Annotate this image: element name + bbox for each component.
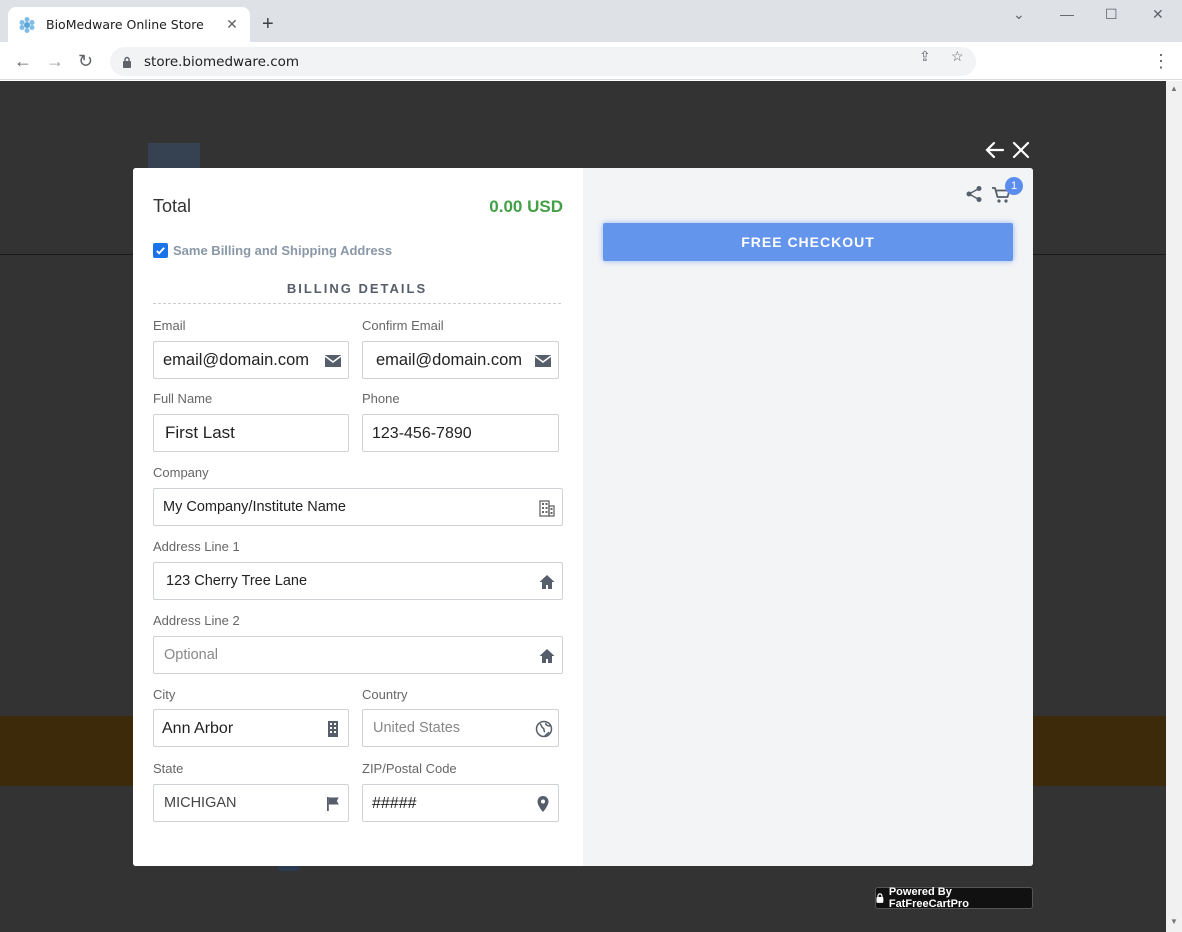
checkmark-icon [156, 247, 165, 255]
address-bar[interactable]: store.biomedware.com [110, 47, 976, 76]
forward-icon[interactable]: → [46, 51, 64, 72]
address1-value: 123 Cherry Tree Lane [166, 573, 308, 589]
country-select[interactable]: United States [362, 709, 559, 747]
modal-close-icon[interactable] [1011, 140, 1031, 160]
country-label: Country [362, 687, 408, 702]
address2-placeholder: Optional [164, 647, 219, 663]
flag-icon [327, 797, 339, 811]
state-value: MICHIGAN [164, 795, 237, 811]
maximize-icon[interactable]: ☐ [1105, 6, 1118, 23]
company-label: Company [153, 465, 209, 480]
new-tab-icon[interactable]: + [262, 13, 274, 36]
confirm-email-label: Confirm Email [362, 318, 444, 333]
email-label: Email [153, 318, 186, 333]
billing-details-title: BILLING DETAILS [286, 281, 428, 296]
bookmark-star-icon[interactable]: ☆ [951, 48, 964, 65]
back-icon[interactable]: ← [14, 51, 32, 72]
lock-icon [876, 893, 884, 903]
globe-icon [535, 720, 553, 738]
city-field[interactable]: Ann Arbor [153, 709, 349, 747]
company-field[interactable]: My Company/Institute Name [153, 488, 563, 526]
browser-menu-icon[interactable]: ⋮ [1152, 51, 1170, 72]
envelope-icon [534, 355, 552, 367]
browser-tabbar: BioMedware Online Store ✕ + ⌄ — ☐ ✕ [0, 0, 1182, 42]
lock-icon [123, 56, 131, 68]
confirm-email-value: email@domain.com [376, 351, 523, 369]
company-value: My Company/Institute Name [163, 499, 346, 515]
same-address-label: Same Billing and Shipping Address [173, 243, 393, 258]
home-icon [539, 649, 555, 663]
email-value: email@domain.com [163, 351, 310, 369]
full-name-label: Full Name [153, 391, 213, 406]
free-checkout-button[interactable]: FREE CHECKOUT [603, 223, 1013, 261]
state-field[interactable]: MICHIGAN [153, 784, 349, 822]
confirm-email-field[interactable]: email@domain.com [362, 341, 559, 379]
powered-by-badge[interactable]: Powered By FatFreeCartPro [875, 886, 1033, 910]
address1-field[interactable]: 123 Cherry Tree Lane [153, 562, 563, 600]
total-label: Total [153, 196, 192, 216]
powered-by-text: Powered By FatFreeCartPro [888, 886, 969, 910]
billing-panel: Total 0.00 USD Same Billing and Shipping… [133, 168, 583, 866]
building-icon [539, 500, 555, 517]
biomedware-favicon-icon [19, 16, 35, 33]
same-address-checkbox[interactable] [153, 243, 168, 258]
zip-field[interactable]: ##### [362, 784, 559, 822]
map-pin-icon [537, 796, 549, 812]
checkout-modal: Total 0.00 USD Same Billing and Shipping… [133, 168, 1033, 866]
country-value: United States [373, 720, 461, 736]
total-value: 0.00 USD [489, 197, 563, 216]
url-text: store.biomedware.com [144, 53, 300, 70]
zip-label: ZIP/Postal Code [362, 761, 457, 776]
cart-count-badge: 1 [1005, 177, 1023, 195]
minimize-icon[interactable]: — [1060, 6, 1074, 22]
full-name-value: First Last [165, 423, 235, 442]
summary-panel: 1 FREE CHECKOUT [583, 168, 1033, 866]
tab-close-icon[interactable]: ✕ [224, 16, 240, 33]
city-label: City [153, 687, 176, 702]
modal-back-icon[interactable] [985, 140, 1005, 160]
address2-field[interactable]: Optional [153, 636, 563, 674]
scroll-up-icon[interactable]: ▲ [1170, 84, 1178, 93]
city-value: Ann Arbor [162, 720, 234, 737]
phone-label: Phone [362, 391, 400, 406]
full-name-field[interactable]: First Last [153, 414, 349, 452]
tab-search-chevron-icon[interactable]: ⌄ [1013, 6, 1025, 23]
reload-icon[interactable]: ↻ [78, 51, 93, 72]
window-close-icon[interactable]: ✕ [1152, 6, 1164, 23]
phone-field[interactable]: 123-456-7890 [362, 414, 559, 452]
scroll-down-icon[interactable]: ▼ [1170, 917, 1178, 926]
address2-label: Address Line 2 [153, 613, 240, 628]
phone-value: 123-456-7890 [372, 425, 472, 442]
section-divider [153, 303, 561, 304]
home-icon [539, 575, 555, 589]
zip-value: ##### [372, 795, 417, 812]
browser-toolbar: ← → ↻ store.biomedware.com ⇪ ☆ ⋮ [0, 42, 1182, 80]
share-page-icon[interactable]: ⇪ [919, 48, 931, 65]
tab-title: BioMedware Online Store [46, 17, 204, 32]
share-icon[interactable] [965, 185, 983, 203]
envelope-icon [324, 355, 342, 367]
state-label: State [153, 761, 184, 776]
address1-label: Address Line 1 [153, 539, 240, 554]
browser-tab[interactable]: BioMedware Online Store ✕ [8, 7, 250, 42]
page-scrollbar[interactable]: ▲ ▼ [1166, 81, 1182, 932]
city-building-icon [328, 721, 338, 737]
same-address-row[interactable]: Same Billing and Shipping Address [153, 243, 392, 258]
email-field[interactable]: email@domain.com [153, 341, 349, 379]
